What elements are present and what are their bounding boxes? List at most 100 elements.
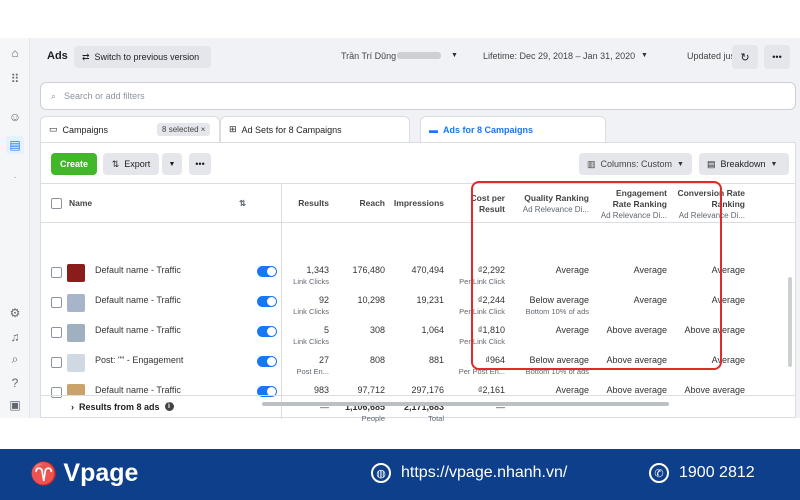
- row-checkbox[interactable]: [51, 267, 62, 278]
- website-url: https://vpage.nhanh.vn/: [401, 464, 568, 481]
- breakdown-button[interactable]: ▤ Breakdown ▼: [699, 153, 789, 175]
- ad-status-toggle[interactable]: [257, 356, 277, 367]
- info-icon: i: [164, 402, 174, 411]
- reports-icon[interactable]: ▣: [6, 396, 24, 414]
- breakdown-label: Breakdown: [720, 159, 766, 169]
- ad-thumbnail: [67, 264, 85, 282]
- row-checkbox[interactable]: [51, 297, 62, 308]
- ad-name[interactable]: Default name - Traffic: [95, 385, 181, 395]
- adsets-icon: ⊞: [229, 124, 237, 134]
- results-value: 5: [323, 325, 329, 335]
- search-input[interactable]: Search or add filters: [64, 91, 145, 101]
- column-name[interactable]: Name: [69, 198, 92, 209]
- impressions-cell: 881: [428, 355, 444, 365]
- ad-name[interactable]: Default name - Traffic: [95, 325, 181, 335]
- more-options-button[interactable]: •••: [764, 45, 790, 69]
- more-dots-icon: •••: [772, 52, 782, 62]
- columns-label: Columns: Custom: [600, 159, 673, 169]
- sort-icon[interactable]: ⇅: [239, 198, 246, 209]
- columns-dropdown-icon: ▼: [677, 160, 684, 168]
- tab-ads-label: Ads for 8 Campaigns: [443, 124, 534, 135]
- ad-status-toggle[interactable]: [257, 266, 277, 277]
- tab-campaigns[interactable]: ▭ Campaigns 8 selected ×: [40, 116, 220, 142]
- phone-number: 1900 2812: [679, 464, 755, 481]
- refresh-button[interactable]: ↻: [732, 45, 758, 69]
- ads-icon: ▬: [429, 124, 438, 135]
- search-filter-bar[interactable]: ⌕ Search or add filters: [40, 82, 796, 110]
- reach-cell: 808: [369, 355, 385, 365]
- summary-impressions-unit: Total: [428, 414, 444, 423]
- ad-thumbnail: [67, 294, 85, 312]
- export-button[interactable]: ⇅ Export: [103, 153, 159, 175]
- toolbar-more-button[interactable]: •••: [189, 153, 211, 175]
- blurred-account-id: [397, 52, 441, 59]
- ad-name[interactable]: Default name - Traffic: [95, 265, 181, 275]
- ad-status-toggle[interactable]: [257, 296, 277, 307]
- create-button[interactable]: Create: [51, 153, 97, 175]
- summary-row: › Results from 8 ads i — 1,106,685 People…: [41, 395, 795, 423]
- home-icon[interactable]: ⌂: [6, 44, 24, 62]
- results-type: Link Clicks: [293, 337, 329, 346]
- account-dropdown-icon[interactable]: ▼: [451, 52, 458, 59]
- export-label: Export: [124, 159, 151, 169]
- results-value: 27: [318, 355, 329, 365]
- summary-label[interactable]: › Results from 8 ads i: [71, 402, 174, 412]
- notifications-bell-icon[interactable]: ♫: [6, 328, 24, 346]
- footer-website[interactable]: ◍ https://vpage.nhanh.vn/: [371, 463, 567, 483]
- date-dropdown-icon[interactable]: ▼: [641, 52, 648, 59]
- help-icon[interactable]: ?: [6, 374, 24, 392]
- tab-campaigns-label: Campaigns: [62, 124, 109, 135]
- globe-icon: ◍: [371, 463, 391, 483]
- results-cell: 5 Link Clicks: [291, 325, 329, 347]
- selected-badge[interactable]: 8 selected ×: [157, 123, 211, 136]
- select-all-checkbox[interactable]: [51, 198, 62, 209]
- brand-name: Vpage: [63, 459, 139, 487]
- results-value: 92: [318, 295, 329, 305]
- reach-cell: 10,298: [357, 295, 385, 305]
- results-type: Link Clicks: [293, 277, 329, 286]
- breakdown-dropdown-icon: ▼: [770, 160, 778, 168]
- tab-ads[interactable]: ▬ Ads for 8 Campaigns: [420, 116, 606, 142]
- search-icon: ⌕: [51, 90, 57, 101]
- vpage-logo-icon: ♈: [30, 460, 58, 486]
- account-name[interactable]: Trần Trí Dũng: [341, 51, 396, 61]
- footer-phone[interactable]: ✆ 1900 2812: [649, 463, 755, 483]
- page-title: Ads: [47, 50, 68, 62]
- tab-ad-sets[interactable]: ⊞ Ad Sets for 8 Campaigns: [220, 116, 410, 142]
- phone-icon: ✆: [649, 463, 669, 483]
- toggle-knob: [267, 267, 276, 276]
- export-icon: ⇅: [111, 158, 120, 169]
- tab-ad-sets-label: Ad Sets for 8 Campaigns: [241, 124, 342, 135]
- summary-reach-unit: People: [361, 414, 385, 423]
- account-icon[interactable]: ☺: [6, 108, 24, 126]
- row-checkbox[interactable]: [51, 357, 62, 368]
- search-icon[interactable]: ⌕: [6, 350, 24, 368]
- date-range[interactable]: Lifetime: Dec 29, 2018 – Jan 31, 2020: [483, 51, 635, 61]
- ads-manager-icon[interactable]: ▤: [6, 136, 24, 154]
- switch-version-label: Switch to previous version: [94, 52, 200, 62]
- results-cell: 92 Link Clicks: [291, 295, 329, 317]
- row-checkbox[interactable]: [51, 327, 62, 338]
- vpage-logo: ♈ Vpage: [30, 459, 138, 488]
- impressions-cell: 470,494: [411, 265, 444, 275]
- ad-name[interactable]: Post: "" - Engagement: [95, 355, 183, 365]
- columns-button[interactable]: ▥ Columns: Custom ▼: [579, 153, 692, 175]
- switch-version-button[interactable]: ⇄ Switch to previous version: [74, 46, 211, 68]
- folder-icon: ▭: [49, 124, 58, 134]
- column-reach[interactable]: Reach: [341, 198, 385, 209]
- apps-grid-icon[interactable]: ⠿: [6, 70, 24, 88]
- ad-status-toggle[interactable]: [257, 326, 277, 337]
- selected-count: 8 selected: [162, 125, 199, 134]
- horizontal-scrollbar[interactable]: [262, 402, 669, 406]
- column-results[interactable]: Results: [291, 198, 329, 209]
- export-dropdown-icon[interactable]: ▼: [162, 153, 182, 175]
- left-rail: ⌂ ⠿ ☺ ▤ · ⚙ ♫ ⌕ ? ▣: [0, 38, 30, 418]
- separator-dot-icon: ·: [13, 172, 17, 182]
- column-impressions[interactable]: Impressions: [386, 198, 444, 209]
- results-value: 1,343: [306, 265, 329, 275]
- settings-icon[interactable]: ⚙: [6, 304, 24, 322]
- vertical-scrollbar[interactable]: [788, 277, 792, 367]
- impressions-cell: 19,231: [416, 295, 444, 305]
- results-cell: 27 Post En...: [291, 355, 329, 377]
- ad-name[interactable]: Default name - Traffic: [95, 295, 181, 305]
